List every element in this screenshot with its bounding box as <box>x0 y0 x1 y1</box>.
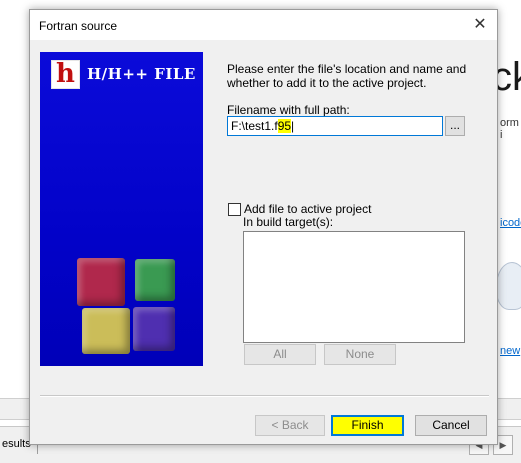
cancel-button[interactable]: Cancel <box>415 415 487 436</box>
h-logo-icon: h <box>51 59 80 89</box>
add-to-project-label[interactable]: Add file to active project <box>244 202 371 216</box>
yellow-cube-icon <box>82 308 130 354</box>
filename-value-highlight: 95 <box>277 119 292 133</box>
purple-cube-icon <box>133 307 175 351</box>
none-button[interactable]: None <box>324 344 396 365</box>
dialog-title: Fortran source <box>39 19 118 33</box>
filename-label: Filename with full path: <box>227 103 350 117</box>
instructions-text: Please enter the file's location and nam… <box>227 62 467 90</box>
browse-button[interactable]: ... <box>445 116 465 136</box>
dialog-titlebar: Fortran source ✕ <box>30 10 497 40</box>
lightbulb-icon <box>496 262 521 310</box>
wizard-graphic: h H/H++ FILE <box>40 52 203 366</box>
graphic-title: H/H++ FILE <box>87 65 196 83</box>
background-link-new[interactable]: new <box>500 345 520 357</box>
logo-letter: h <box>56 59 75 89</box>
finish-button[interactable]: Finish <box>331 415 404 436</box>
text-cursor: | <box>291 119 295 133</box>
filename-input[interactable]: F:\test1.f95| <box>227 116 443 136</box>
background-link[interactable]: icode <box>500 217 521 229</box>
all-button[interactable]: All <box>244 344 316 365</box>
divider <box>40 395 489 397</box>
add-to-project-checkbox[interactable] <box>228 203 241 216</box>
build-targets-list[interactable] <box>243 231 465 343</box>
build-targets-label: In build target(s): <box>243 215 334 229</box>
red-cube-icon <box>77 258 125 306</box>
back-button[interactable]: < Back <box>255 415 325 436</box>
close-icon[interactable]: ✕ <box>463 10 497 40</box>
background-text: orm i <box>500 117 519 141</box>
fortran-source-dialog: Fortran source ✕ h H/H++ FILE Please ent… <box>29 9 498 445</box>
filename-value: F:\test1.f <box>231 119 278 133</box>
green-cube-icon <box>135 259 175 301</box>
